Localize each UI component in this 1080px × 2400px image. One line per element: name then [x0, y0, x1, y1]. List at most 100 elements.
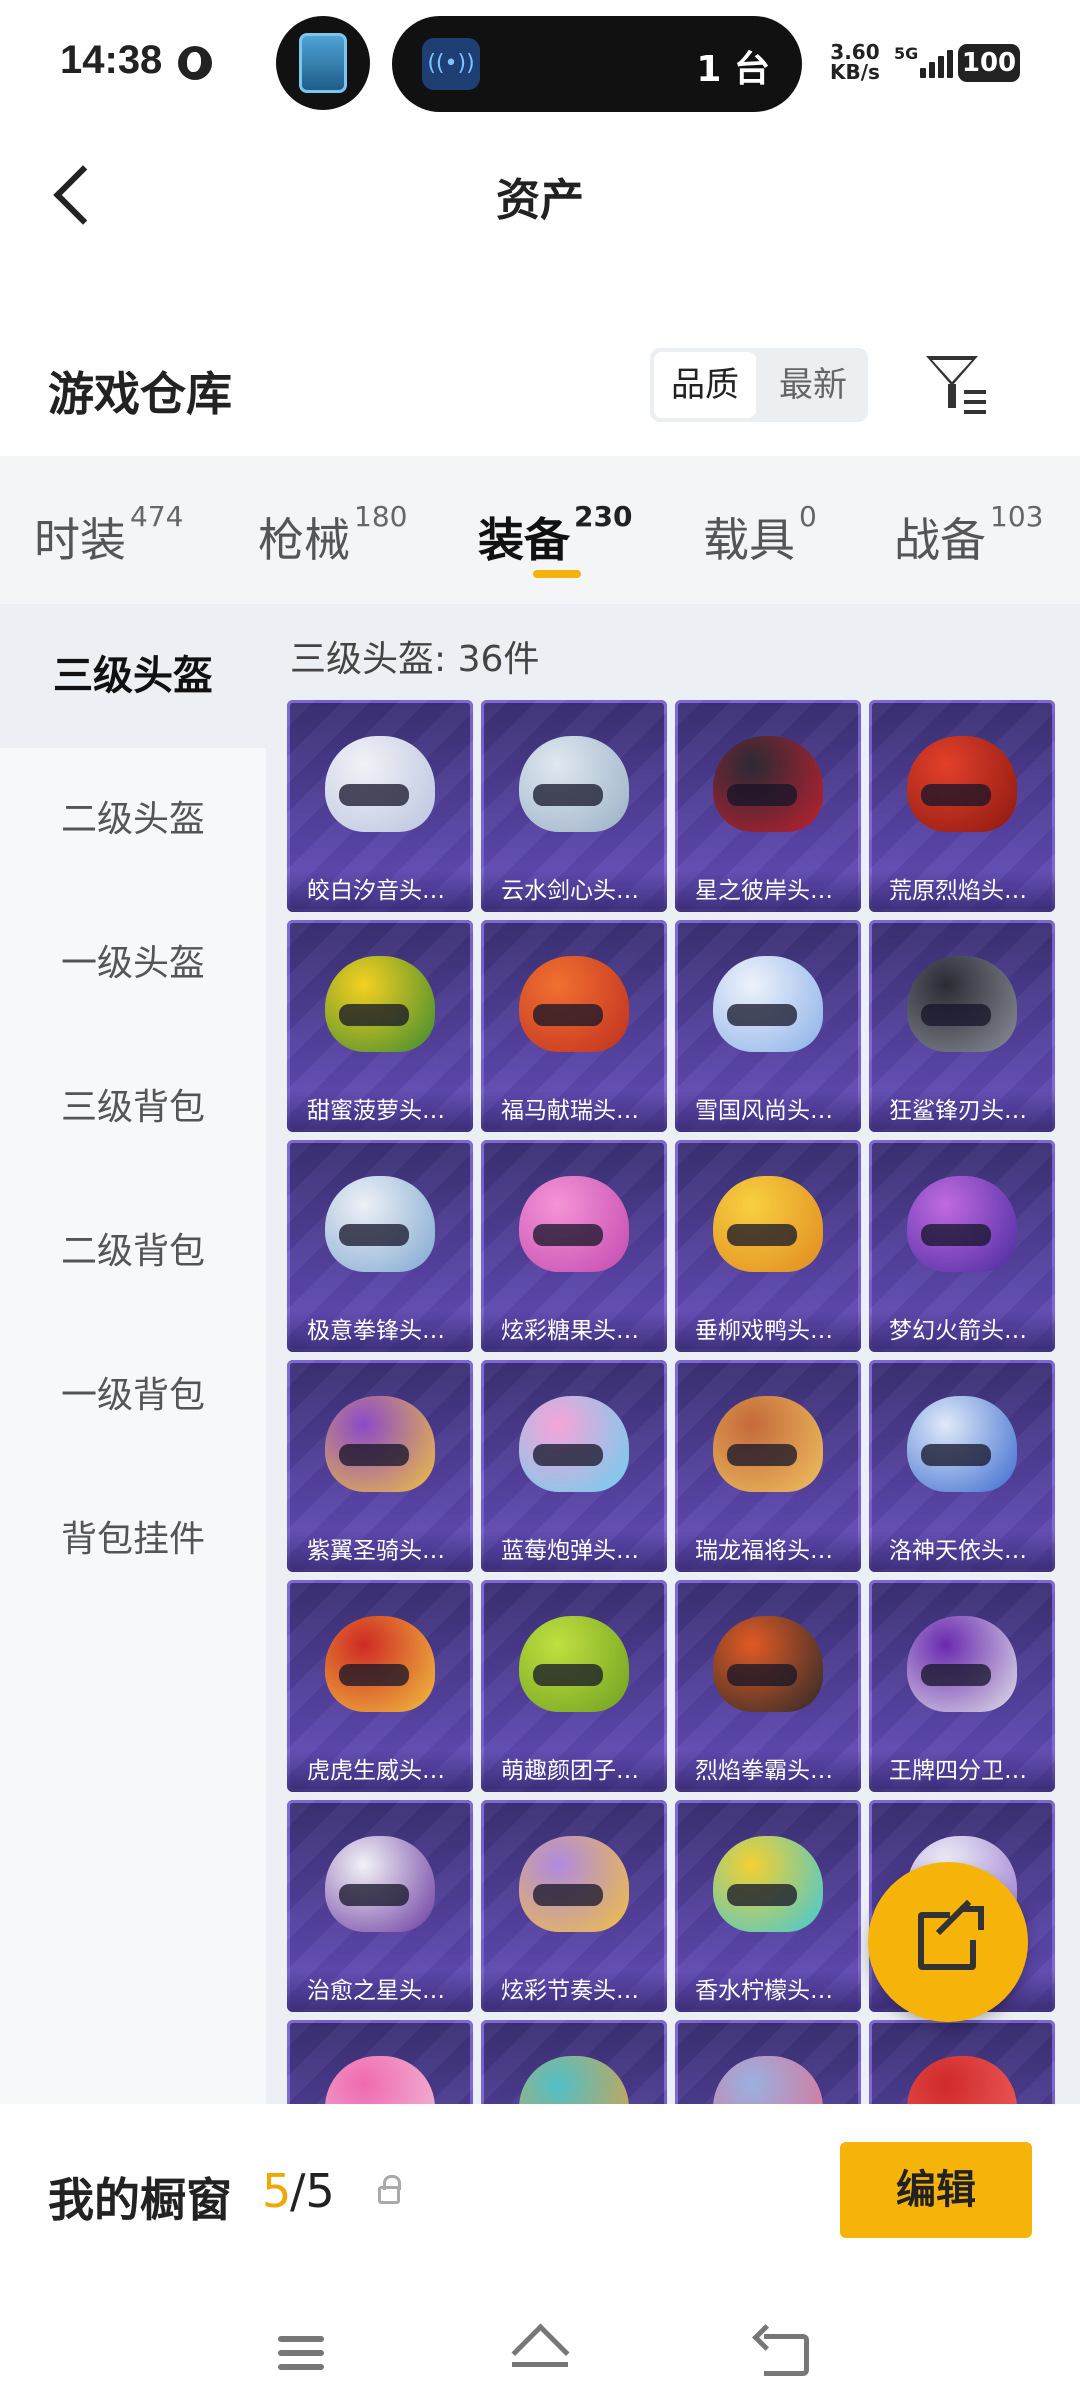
helmet-visor	[339, 1004, 409, 1026]
tab-supplies[interactable]: 战备 103	[894, 500, 1043, 570]
item-name: 洛神天依头…	[869, 1530, 1055, 1572]
status-time: 14:38	[60, 38, 163, 82]
battery-icon: 100	[958, 44, 1020, 82]
island-count: 1 台	[696, 49, 770, 90]
showcase-label: 我的橱窗	[48, 2173, 232, 2227]
item-name: 炫彩节奏头…	[481, 1970, 667, 2012]
showcase-bar: 我的橱窗 5 /5 编辑	[0, 2104, 1080, 2400]
item-card[interactable]: 极意拳锋头…	[287, 1140, 473, 1352]
item-name: 福马献瑞头…	[481, 1090, 667, 1132]
subcategory-backpack-charm[interactable]: 背包挂件	[0, 1468, 266, 1612]
helmet-visor	[533, 1004, 603, 1026]
item-name: 狂鲨锋刃头…	[869, 1090, 1055, 1132]
item-card[interactable]: 云水剑心头…	[481, 700, 667, 912]
signal-icon	[912, 48, 956, 78]
item-name: 烈焰拳霸头…	[675, 1750, 861, 1792]
item-card[interactable]: 福马献瑞头…	[481, 920, 667, 1132]
lock-icon	[378, 2175, 401, 2204]
helmet-visor	[533, 1664, 603, 1686]
subcategory-level3-backpack[interactable]: 三级背包	[0, 1036, 266, 1180]
category-tabs: 时装 474 枪械 180 装备 230 载具 0 战备 103	[0, 456, 1080, 604]
tab-vehicles[interactable]: 载具 0	[703, 500, 817, 570]
item-card[interactable]: 荒原烈焰头…	[869, 700, 1055, 912]
item-card[interactable]: 洛神天依头…	[869, 1360, 1055, 1572]
subcategory-level2-backpack[interactable]: 二级背包	[0, 1180, 266, 1324]
item-card[interactable]: 垂柳戏鸭头…	[675, 1140, 861, 1352]
subcategory-level1-helmet[interactable]: 一级头盔	[0, 892, 266, 1036]
item-name: 萌趣颜团子…	[481, 1750, 667, 1792]
tab-active-indicator	[533, 570, 581, 578]
item-name: 王牌四分卫…	[869, 1750, 1055, 1792]
menu-icon[interactable]	[272, 2324, 332, 2380]
page-title: 资产	[496, 175, 584, 226]
item-card[interactable]: 炫彩节奏头…	[481, 1800, 667, 2012]
showcase-total: /5	[290, 2164, 335, 2218]
item-card[interactable]: 皎白汐音头…	[287, 700, 473, 912]
app-notification-icon[interactable]	[276, 16, 370, 110]
subcategory-list: 三级头盔 二级头盔 一级头盔 三级背包 二级背包 一级背包 背包挂件	[0, 604, 266, 2104]
home-icon[interactable]	[510, 2324, 570, 2380]
helmet-visor	[921, 1224, 991, 1246]
edit-button[interactable]: 编辑	[840, 2142, 1032, 2238]
item-name: 极意拳锋头…	[287, 1310, 473, 1352]
section-title: 游戏仓库	[48, 367, 232, 421]
item-name: 瑞龙福将头…	[675, 1530, 861, 1572]
item-name: 星之彼岸头…	[675, 870, 861, 912]
item-name: 皎白汐音头…	[287, 870, 473, 912]
item-card[interactable]: 炫彩糖果头…	[481, 1140, 667, 1352]
item-card[interactable]: 瑞龙福将头…	[675, 1360, 861, 1572]
item-card[interactable]: 虎虎生威头…	[287, 1580, 473, 1792]
item-card[interactable]: 萌趣颜团子…	[481, 1580, 667, 1792]
globe-icon	[178, 46, 212, 80]
sort-toggle: 品质 最新	[650, 348, 868, 422]
item-card[interactable]: 雪国风尚头…	[675, 920, 861, 1132]
helmet-visor	[921, 784, 991, 806]
back-nav-icon[interactable]	[752, 2324, 812, 2380]
item-name: 梦幻火箭头…	[869, 1310, 1055, 1352]
item-card[interactable]: 梦幻火箭头…	[869, 1140, 1055, 1352]
item-name: 炫彩糖果头…	[481, 1310, 667, 1352]
helmet-visor	[339, 1884, 409, 1906]
helmet-visor	[533, 1884, 603, 1906]
item-name: 治愈之星头…	[287, 1970, 473, 2012]
item-card[interactable]: 甜蜜菠萝头…	[287, 920, 473, 1132]
share-button[interactable]	[868, 1862, 1028, 2022]
helmet-visor	[727, 1224, 797, 1246]
helmet-visor	[727, 1664, 797, 1686]
item-name: 蓝莓炮弹头…	[481, 1530, 667, 1572]
helmet-visor	[921, 1664, 991, 1686]
item-name: 虎虎生威头…	[287, 1750, 473, 1792]
subcategory-level1-backpack[interactable]: 一级背包	[0, 1324, 266, 1468]
item-card[interactable]: 香水柠檬头…	[675, 1800, 861, 2012]
item-name: 荒原烈焰头…	[869, 870, 1055, 912]
subcategory-level3-helmet[interactable]: 三级头盔	[0, 604, 266, 748]
filter-icon[interactable]	[920, 350, 990, 420]
item-card[interactable]: 紫翼圣骑头…	[287, 1360, 473, 1572]
item-name: 紫翼圣骑头…	[287, 1530, 473, 1572]
subcategory-level2-helmet[interactable]: 二级头盔	[0, 748, 266, 892]
item-card[interactable]: 治愈之星头…	[287, 1800, 473, 2012]
helmet-visor	[727, 1444, 797, 1466]
helmet-visor	[533, 1224, 603, 1246]
helmet-visor	[533, 1444, 603, 1466]
helmet-visor	[921, 1444, 991, 1466]
helmet-visor	[533, 784, 603, 806]
network-speed: 3.60 KB/s	[830, 40, 880, 84]
status-bar: 14:38 ((•)) 1 台 3.60 KB/s 5G 100	[0, 0, 1080, 130]
item-card[interactable]: 蓝莓炮弹头…	[481, 1360, 667, 1572]
sort-quality-button[interactable]: 品质	[654, 352, 756, 418]
item-name: 雪国风尚头…	[675, 1090, 861, 1132]
item-card[interactable]: 烈焰拳霸头…	[675, 1580, 861, 1792]
item-card[interactable]: 狂鲨锋刃头…	[869, 920, 1055, 1132]
item-name: 云水剑心头…	[481, 870, 667, 912]
helmet-visor	[339, 784, 409, 806]
item-card[interactable]: 星之彼岸头…	[675, 700, 861, 912]
tab-fashion[interactable]: 时装 474	[34, 500, 183, 570]
tab-equipment[interactable]: 装备 230	[478, 500, 632, 570]
sort-newest-button[interactable]: 最新	[762, 352, 864, 418]
item-count-label: 三级头盔: 36件	[290, 639, 540, 680]
tab-guns[interactable]: 枪械 180	[258, 500, 407, 570]
item-card[interactable]: 王牌四分卫…	[869, 1580, 1055, 1792]
dynamic-island[interactable]: ((•)) 1 台	[392, 16, 802, 112]
item-name: 香水柠檬头…	[675, 1970, 861, 2012]
